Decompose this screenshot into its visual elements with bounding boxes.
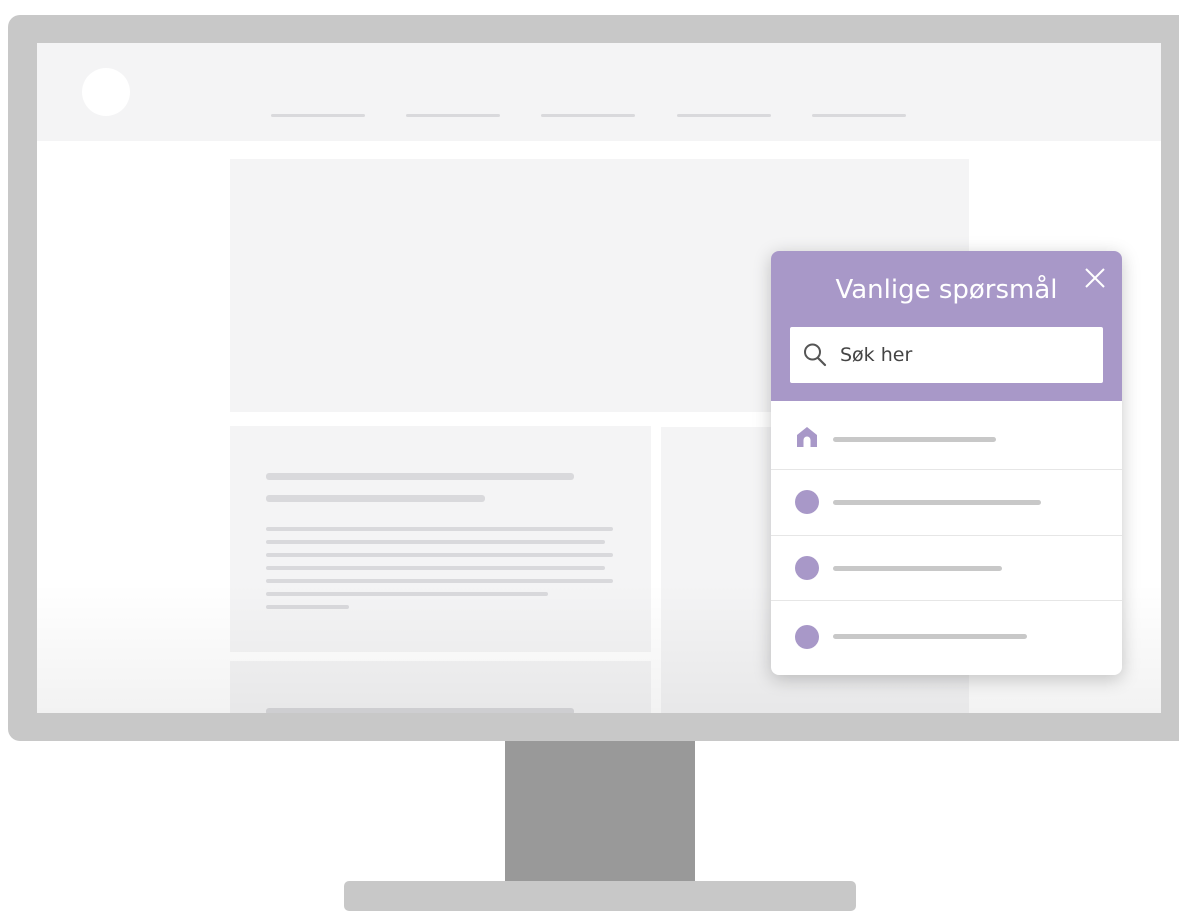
faq-item[interactable] [771,536,1122,601]
article-subtitle-line [266,495,485,502]
close-icon [1085,268,1105,288]
faq-item[interactable] [771,470,1122,536]
faq-item-home[interactable] [771,401,1122,470]
article-text-line [266,579,613,583]
article-text-line [266,566,605,570]
nav-item-2[interactable] [406,114,500,117]
dot-icon [795,556,819,580]
dot-icon [795,490,819,514]
close-button[interactable] [1082,265,1108,291]
article-text-line [266,553,613,557]
article-card[interactable] [230,426,651,652]
article-text-line [266,592,548,596]
nav-item-5[interactable] [812,114,906,117]
faq-widget: Vanlige spørsmål [771,251,1122,675]
article-title-line [266,473,574,480]
nav-item-3[interactable] [541,114,635,117]
faq-item-label-line [833,634,1027,639]
faq-item[interactable] [771,601,1122,675]
faq-item-label-line [833,437,996,442]
article-text-line [266,527,613,531]
search-input[interactable] [840,339,1090,371]
nav-item-1[interactable] [271,114,365,117]
faq-item-label-line [833,566,1002,571]
site-header [37,43,1161,141]
search-box[interactable] [790,327,1103,383]
monitor-stand-neck [505,741,695,882]
monitor-stand-base [344,881,856,911]
site-logo[interactable] [82,68,130,116]
article-title-line [266,708,574,713]
nav-item-4[interactable] [677,114,771,117]
search-icon [804,343,827,367]
article-text-line [266,540,605,544]
faq-widget-title: Vanlige spørsmål [835,275,1058,305]
article-text-line [266,605,349,609]
article-card-2[interactable] [230,661,651,713]
home-icon [797,427,817,447]
dot-icon [795,625,819,649]
faq-item-label-line [833,500,1041,505]
